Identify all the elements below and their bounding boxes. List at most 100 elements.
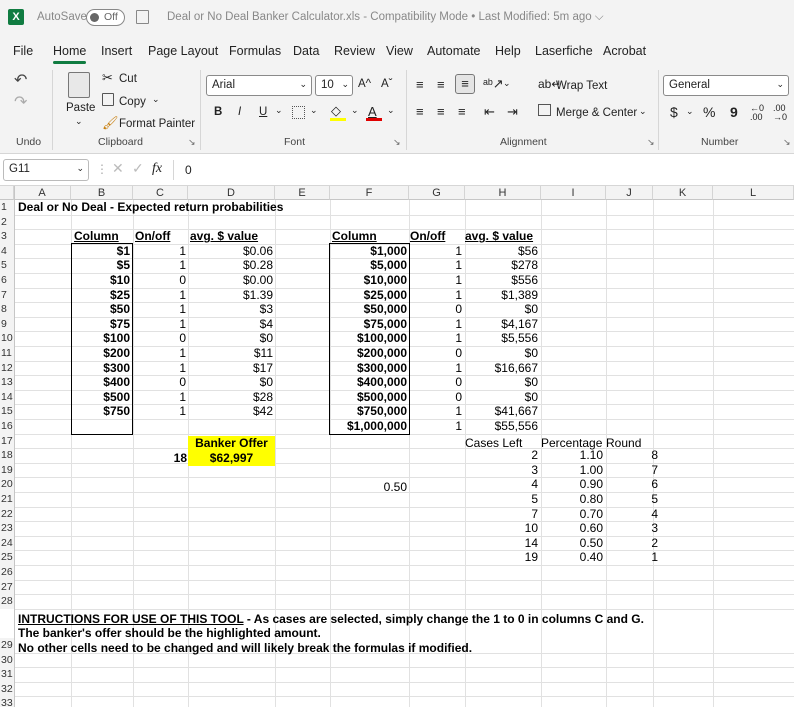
- paste-icon[interactable]: [68, 72, 90, 98]
- left-case-avg[interactable]: $1.39: [188, 288, 273, 303]
- row-header-3[interactable]: 3: [0, 229, 14, 244]
- column-header-h[interactable]: H: [465, 186, 541, 200]
- right-case-avg[interactable]: $56: [465, 244, 538, 259]
- row-header-27[interactable]: 27: [0, 579, 14, 595]
- right-case-avg[interactable]: $4,167: [465, 317, 538, 332]
- row-header-32[interactable]: 32: [0, 681, 14, 697]
- right-case-onoff[interactable]: 1: [409, 331, 462, 346]
- round-value[interactable]: 5: [606, 492, 658, 507]
- left-onoff-header[interactable]: On/off: [135, 229, 170, 244]
- round-value[interactable]: 8: [606, 448, 658, 463]
- row-header-13[interactable]: 13: [0, 375, 14, 390]
- shrink-font-icon[interactable]: Aˇ: [381, 78, 393, 90]
- percentage-value[interactable]: 0.90: [541, 477, 603, 492]
- right-case-amount[interactable]: $200,000: [330, 346, 407, 361]
- font-launcher-icon[interactable]: ↘: [393, 137, 401, 148]
- more-options-icon[interactable]: ⋮: [96, 162, 108, 176]
- percentage-value[interactable]: 1.00: [541, 463, 603, 478]
- right-case-avg[interactable]: $278: [465, 258, 538, 273]
- cases-left-value[interactable]: 7: [465, 507, 538, 522]
- instructions-line-2[interactable]: The banker's offer should be the highlig…: [18, 626, 321, 641]
- row-header-29[interactable]: 29: [0, 638, 14, 653]
- left-case-avg[interactable]: $11: [188, 346, 273, 361]
- right-case-onoff[interactable]: 0: [409, 375, 462, 390]
- align-right-icon[interactable]: ≡: [458, 104, 466, 119]
- merge-center-button[interactable]: Merge & Center: [556, 107, 637, 119]
- row-header-11[interactable]: 11: [0, 346, 14, 361]
- tab-acrobat[interactable]: Acrobat: [603, 44, 646, 58]
- row-header-8[interactable]: 8: [0, 302, 14, 317]
- right-case-avg[interactable]: $0: [465, 346, 538, 361]
- align-left-icon[interactable]: ≡: [416, 104, 424, 119]
- instructions-line-3[interactable]: No other cells need to be changed and wi…: [18, 641, 472, 656]
- alignment-launcher-icon[interactable]: ↘: [647, 137, 655, 148]
- column-header-j[interactable]: J: [606, 186, 653, 200]
- wrap-text-button[interactable]: Wrap Text: [556, 80, 607, 92]
- right-case-avg[interactable]: $0: [465, 390, 538, 405]
- decrease-decimal-icon[interactable]: .00 →0: [773, 104, 787, 122]
- font-size-select[interactable]: 10 ⌄: [315, 75, 353, 96]
- left-case-onoff[interactable]: 1: [133, 244, 186, 259]
- format-painter-button[interactable]: Format Painter: [119, 118, 195, 130]
- percent-icon[interactable]: %: [703, 104, 715, 120]
- right-col-header[interactable]: Column: [332, 229, 377, 244]
- row-header-28[interactable]: 28: [0, 594, 14, 609]
- left-case-amount[interactable]: $500: [71, 390, 130, 405]
- orientation-chevron-icon[interactable]: ⌄: [503, 78, 511, 89]
- column-header-k[interactable]: K: [653, 186, 713, 200]
- round-value[interactable]: 3: [606, 521, 658, 536]
- round-value[interactable]: 7: [606, 463, 658, 478]
- right-case-avg[interactable]: $55,556: [465, 419, 538, 434]
- cases-left-value[interactable]: 10: [465, 521, 538, 536]
- percentage-value[interactable]: 0.70: [541, 507, 603, 522]
- cases-left-value[interactable]: 2: [465, 448, 538, 463]
- row-header-5[interactable]: 5: [0, 258, 14, 273]
- cut-button[interactable]: Cut: [119, 73, 137, 85]
- right-case-onoff[interactable]: 1: [409, 288, 462, 303]
- cases-left-value[interactable]: 19: [465, 550, 538, 565]
- row-header-31[interactable]: 31: [0, 667, 14, 682]
- left-case-amount[interactable]: $50: [71, 302, 130, 317]
- right-case-onoff[interactable]: 1: [409, 404, 462, 419]
- paste-chevron-icon[interactable]: ⌄: [75, 116, 83, 127]
- row-header-17[interactable]: 17: [0, 433, 14, 449]
- left-case-onoff[interactable]: 1: [133, 258, 186, 273]
- row-header-22[interactable]: 22: [0, 506, 14, 522]
- row-header-12[interactable]: 12: [0, 360, 14, 376]
- copy-button[interactable]: Copy: [119, 96, 146, 108]
- left-case-amount[interactable]: $5: [71, 258, 130, 273]
- increase-indent-icon[interactable]: ⇥: [507, 104, 518, 120]
- right-case-avg[interactable]: $556: [465, 273, 538, 288]
- select-all-corner[interactable]: [0, 186, 14, 200]
- clipboard-launcher-icon[interactable]: ↘: [188, 137, 196, 148]
- instructions-line-1[interactable]: INTRUCTIONS FOR USE OF THIS TOOL - As ca…: [18, 612, 644, 627]
- left-case-amount[interactable]: $400: [71, 375, 130, 390]
- left-case-amount[interactable]: $200: [71, 346, 130, 361]
- format-painter-icon[interactable]: 🖌: [102, 115, 119, 131]
- f20-value[interactable]: 0.50: [330, 480, 407, 495]
- cut-icon[interactable]: ✂: [102, 70, 113, 86]
- copy-chevron-icon[interactable]: ⌄: [152, 94, 160, 105]
- align-middle-icon[interactable]: ≡: [437, 77, 445, 92]
- left-case-onoff[interactable]: 1: [133, 288, 186, 303]
- tab-laserfiche[interactable]: Laserfiche: [535, 44, 593, 58]
- percentage-value[interactable]: 0.40: [541, 550, 603, 565]
- cancel-icon[interactable]: ✕: [112, 160, 124, 177]
- align-center-icon[interactable]: ≡: [437, 104, 445, 119]
- sheet-title[interactable]: Deal or No Deal - Expected return probab…: [18, 200, 283, 215]
- row-header-4[interactable]: 4: [0, 243, 14, 259]
- row-header-7[interactable]: 7: [0, 287, 14, 303]
- round-value[interactable]: 1: [606, 550, 658, 565]
- row-header-9[interactable]: 9: [0, 316, 14, 332]
- name-box[interactable]: G11 ⌄: [3, 159, 89, 181]
- right-case-amount[interactable]: $10,000: [330, 273, 407, 288]
- row-header-30[interactable]: 30: [0, 652, 14, 668]
- left-case-amount[interactable]: $750: [71, 404, 130, 419]
- column-header-e[interactable]: E: [275, 186, 330, 200]
- tab-file[interactable]: File: [13, 44, 33, 58]
- left-avg-header[interactable]: avg. $ value: [190, 229, 258, 244]
- left-case-avg[interactable]: $42: [188, 404, 273, 419]
- row-header-18[interactable]: 18: [0, 448, 14, 463]
- currency-icon[interactable]: $: [670, 104, 678, 120]
- comma-style-icon[interactable]: 9: [730, 104, 738, 120]
